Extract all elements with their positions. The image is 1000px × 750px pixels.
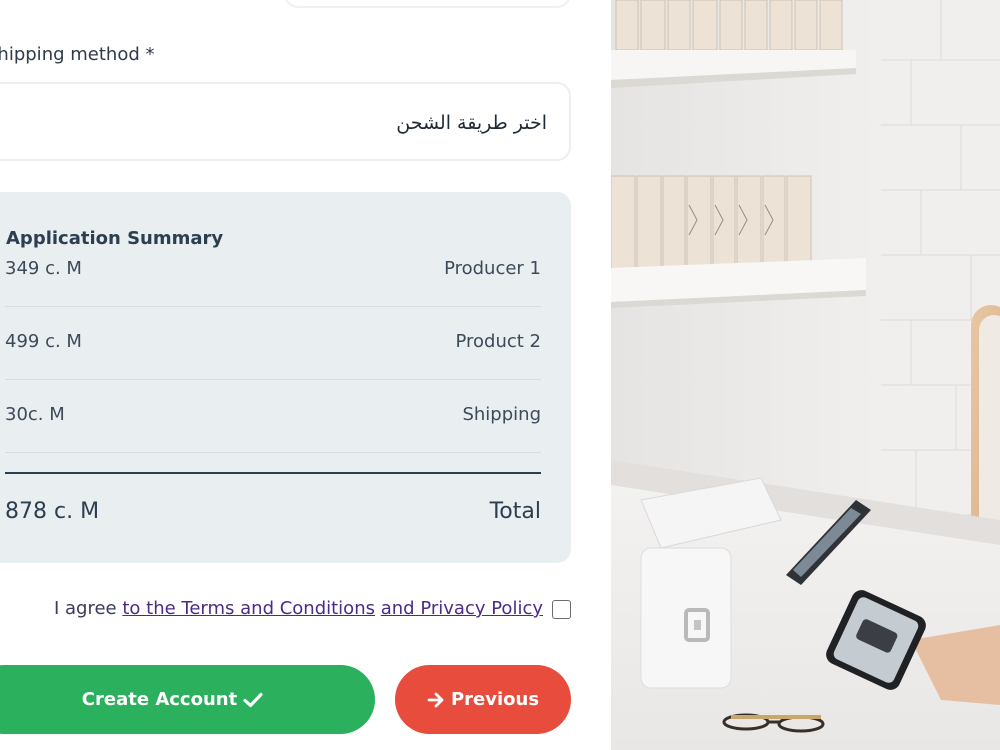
checkout-form: Shipping method * اختر طريقة الشحن Appli… [0,0,611,750]
store-checkout-photo [611,0,1000,750]
total-price: 878 c. M [5,499,100,524]
row-divider [5,379,541,380]
row-divider [5,452,541,453]
item-price: 499 c. M [5,331,82,352]
terms-agreement: I agree to the Terms and Conditions and … [54,598,543,619]
previous-field[interactable] [284,0,571,8]
summary-row: 499 c. M Product 2 [5,331,541,361]
summary-title: Application Summary [6,228,224,249]
summary-row: 30c. M Shipping [5,404,541,434]
create-account-label: Create Account [81,689,238,710]
total-divider [5,472,541,474]
item-name: Producer 1 [444,258,541,279]
previous-button[interactable]: Previous [395,665,571,734]
summary-row: 349 c. M Producer 1 [5,258,541,288]
create-account-button[interactable]: Create Account [0,665,375,734]
application-summary: Application Summary 349 c. M Producer 1 … [0,192,571,563]
summary-total-row: 878 c. M Total [5,499,541,529]
shipping-method-value: اختر طريقة الشحن [396,112,547,134]
item-name: Shipping [462,404,541,425]
total-label: Total [489,499,541,524]
agree-checkbox[interactable] [552,600,571,619]
item-price: 30c. M [5,404,65,425]
agree-prefix: I agree [53,598,123,619]
row-divider [5,306,541,307]
item-price: 349 c. M [5,258,82,279]
shipping-method-label: Shipping method * [0,44,155,65]
arrow-right-icon [427,692,445,708]
shipping-method-select[interactable]: اختر طريقة الشحن [0,82,571,161]
privacy-link[interactable]: and Privacy Policy [381,598,543,619]
check-icon [243,692,263,708]
item-name: Product 2 [455,331,541,352]
terms-link[interactable]: to the Terms and Conditions [122,598,375,619]
previous-label: Previous [450,689,540,710]
